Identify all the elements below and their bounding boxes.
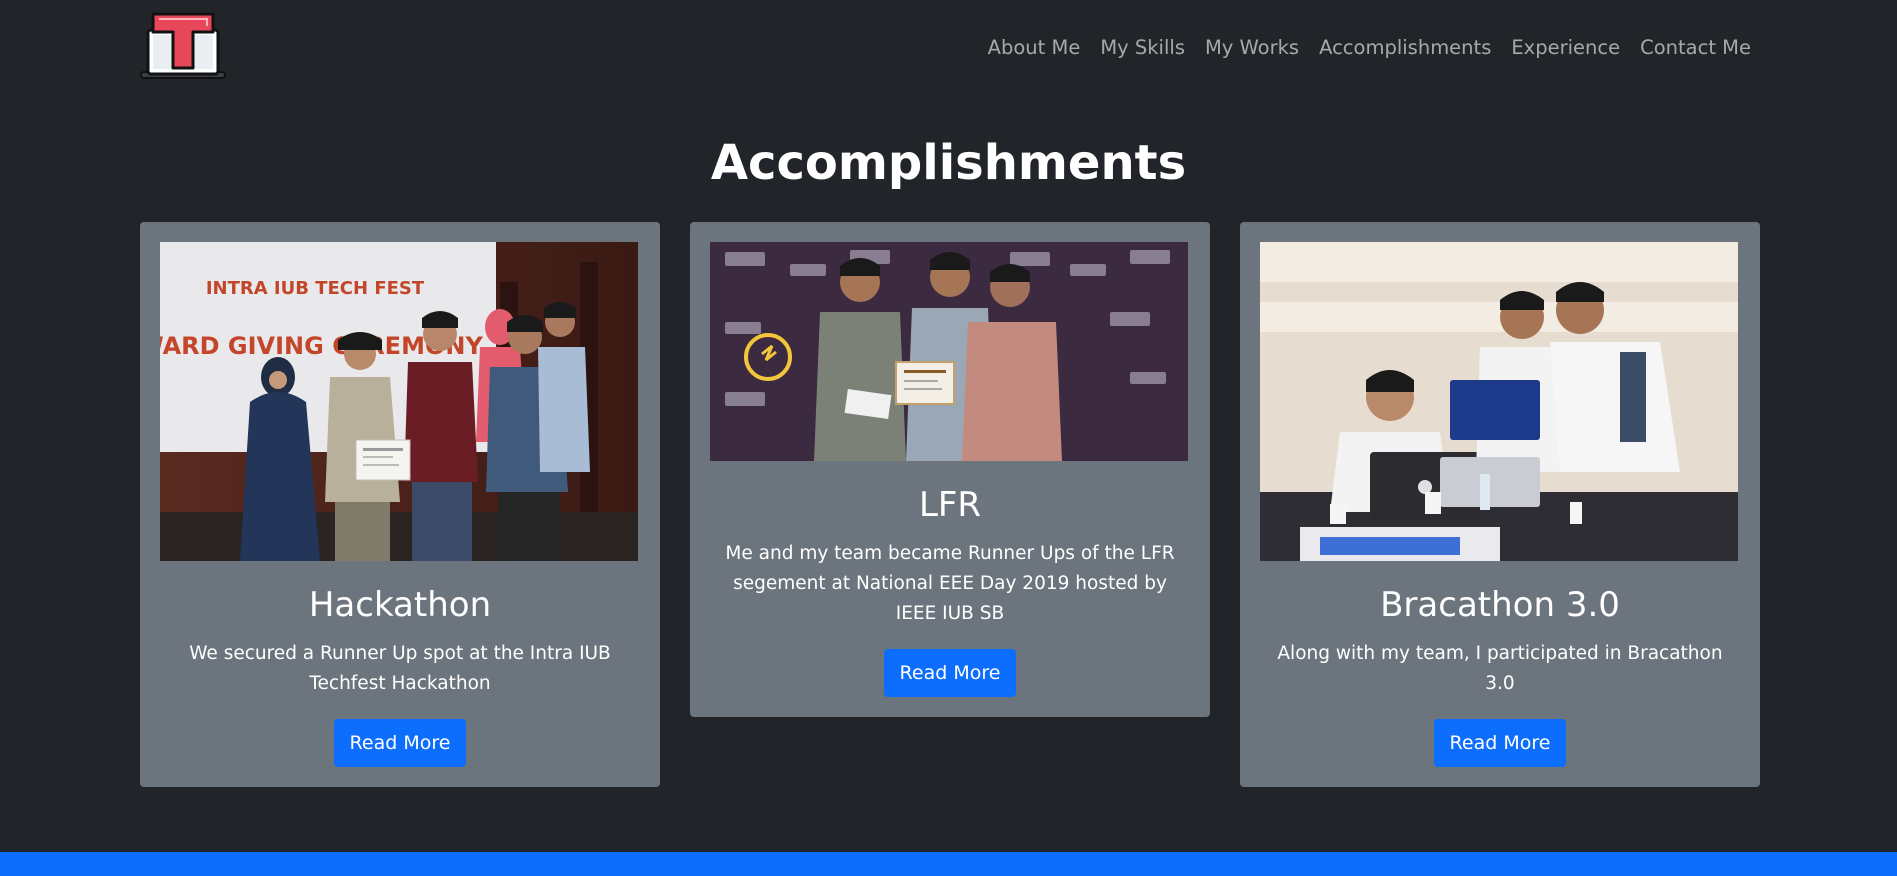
accomplishment-card-lfr: LFR Me and my team became Runner Ups of … <box>690 222 1210 717</box>
read-more-button[interactable]: Read More <box>1433 719 1567 767</box>
card-title: Hackathon <box>308 585 492 625</box>
card-text: Me and my team became Runner Ups of the … <box>725 543 1175 624</box>
accomplishment-card-bracathon: Bracathon 3.0 Along with my team, I part… <box>1240 222 1760 787</box>
nav-link-about-me[interactable]: About Me <box>988 36 1081 59</box>
banner-line-1: INTRA IUB TECH FEST <box>206 278 425 299</box>
nav-link-experience[interactable]: Experience <box>1511 36 1620 59</box>
read-more-button[interactable]: Read More <box>333 719 467 767</box>
site-logo[interactable] <box>139 12 227 82</box>
bracathon-photo <box>1260 242 1738 561</box>
card-text: Along with my team, I participated in Br… <box>1277 643 1723 694</box>
section-title: Accomplishments <box>710 135 1187 191</box>
nav-links: About Me My Skills My Works Accomplishme… <box>988 36 1751 59</box>
nav-link-accomplishments[interactable]: Accomplishments <box>1319 36 1491 59</box>
hackathon-photo: INTRA IUB TECH FEST WARD GIVING CEREMONY <box>160 242 638 561</box>
card-title: Bracathon 3.0 <box>1380 585 1620 625</box>
card-title: LFR <box>918 485 982 525</box>
footer-bar <box>0 852 1897 876</box>
nav-link-my-works[interactable]: My Works <box>1205 36 1299 59</box>
lfr-photo <box>710 242 1188 461</box>
accomplishment-card-hackathon: INTRA IUB TECH FEST WARD GIVING CEREMONY <box>140 222 660 787</box>
nav-link-my-skills[interactable]: My Skills <box>1100 36 1185 59</box>
nav-link-contact-me[interactable]: Contact Me <box>1640 36 1751 59</box>
card-text: We secured a Runner Up spot at the Intra… <box>189 643 611 694</box>
read-more-button[interactable]: Read More <box>883 649 1017 697</box>
navbar: About Me My Skills My Works Accomplishme… <box>0 0 1897 98</box>
